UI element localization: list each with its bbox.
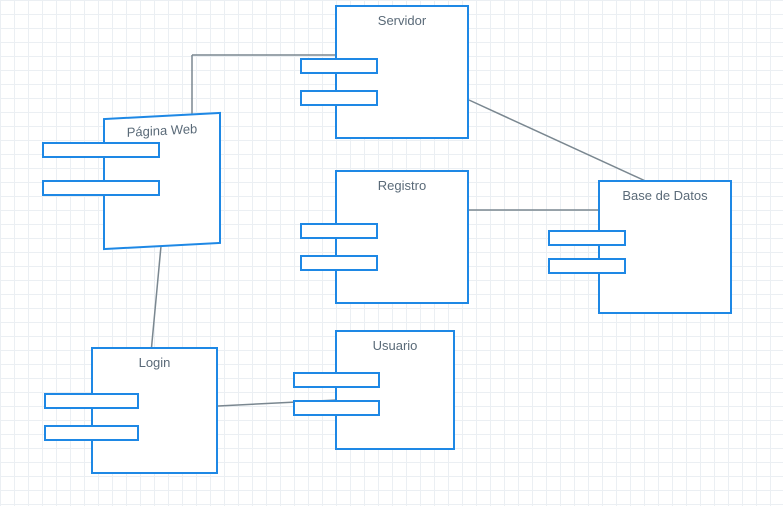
component-login[interactable]: Login <box>91 347 218 474</box>
lug-icon <box>42 180 160 196</box>
component-usuario[interactable]: Usuario <box>335 330 455 450</box>
component-label: Login <box>93 355 216 370</box>
component-label: Página Web <box>105 120 219 141</box>
component-base-de-datos[interactable]: Base de Datos <box>598 180 732 314</box>
lug-icon <box>293 400 380 416</box>
lug-icon <box>548 258 626 274</box>
component-label: Servidor <box>337 13 467 28</box>
component-label: Registro <box>337 178 467 193</box>
lug-icon <box>44 393 139 409</box>
lug-icon <box>300 255 378 271</box>
component-label: Usuario <box>337 338 453 353</box>
component-label: Base de Datos <box>600 188 730 203</box>
lug-icon <box>548 230 626 246</box>
lug-icon <box>300 58 378 74</box>
lug-icon <box>42 142 160 158</box>
lug-icon <box>44 425 139 441</box>
lug-icon <box>300 90 378 106</box>
edge-paginaweb-login <box>151 246 161 353</box>
lug-icon <box>300 223 378 239</box>
lug-icon <box>293 372 380 388</box>
edge-servidor-basedatos <box>469 100 665 190</box>
